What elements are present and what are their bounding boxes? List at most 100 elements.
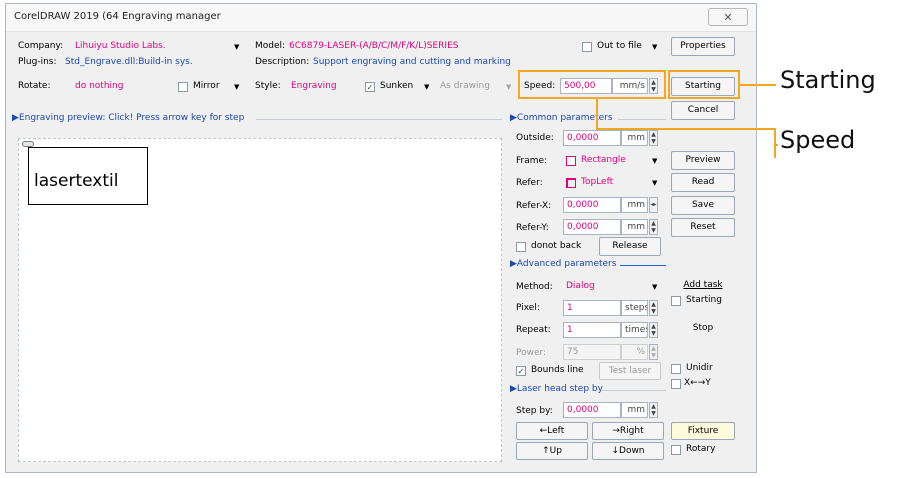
style-select[interactable]: Engraving [291, 81, 337, 91]
outside-input[interactable]: 0,0000 [563, 130, 621, 146]
preview-divider [256, 119, 502, 120]
outside-spinner[interactable]: ▲ ▼ [649, 130, 658, 146]
speed-highlight [518, 70, 666, 99]
description-label: Description: [255, 57, 310, 67]
as-drawing-select[interactable]: As drawing [440, 81, 490, 91]
outside-unit: mm [621, 130, 648, 146]
refer-y-input[interactable]: 0,0000 [563, 219, 621, 235]
pixel-input[interactable]: 1 [563, 300, 621, 316]
refer-x-unit: mm [621, 197, 648, 213]
speed-callout-vertical [596, 99, 598, 129]
preview-button[interactable]: Preview [671, 151, 735, 170]
refer-dropdown-icon[interactable]: ▼ [652, 179, 657, 187]
unidir-label: Unidir [686, 363, 713, 373]
repeat-unit: times [621, 322, 648, 338]
move-right-button[interactable]: →Right [592, 422, 664, 440]
out-to-file-checkbox[interactable] [582, 42, 592, 52]
mirror-checkbox[interactable] [178, 82, 188, 92]
cancel-button[interactable]: Cancel [671, 101, 735, 120]
unidir-checkbox[interactable] [671, 364, 681, 374]
common-divider [618, 119, 666, 120]
refer-select[interactable]: TopLeft [581, 177, 613, 187]
frame-dropdown-icon[interactable]: ▼ [652, 157, 657, 165]
power-spinner[interactable]: ▲ ▼ [649, 344, 658, 360]
rotate-select[interactable]: do nothing [75, 81, 123, 91]
mirror-dropdown-icon[interactable]: ▼ [234, 83, 239, 91]
add-task-button[interactable]: Add task [671, 276, 735, 295]
refer-x-label: Refer-X: [516, 201, 552, 211]
speed-callout-tick [774, 144, 778, 146]
donot-back-label: donot back [531, 241, 582, 251]
pixel-spinner[interactable]: ▲ ▼ [649, 300, 658, 316]
starting-callout-line [740, 84, 776, 86]
sunken-dropdown-icon[interactable]: ▼ [424, 83, 429, 91]
frame-rectangle-icon [566, 156, 576, 166]
donot-back-checkbox[interactable] [516, 242, 526, 252]
description-value: Support engraving and cutting and markin… [313, 57, 511, 67]
refer-x-input[interactable]: 0,0000 [563, 197, 621, 213]
pixel-label: Pixel: [516, 303, 540, 313]
window-title: CorelDRAW 2019 (64 Engraving manager [14, 11, 221, 22]
refer-y-spinner[interactable]: ▲ ▼ [649, 219, 658, 235]
repeat-input[interactable]: 1 [563, 322, 621, 338]
speed-callout-drop [774, 128, 776, 158]
bounds-line-label: Bounds line [531, 365, 584, 375]
starting-checkbox-label: Starting [686, 295, 722, 305]
refer-y-label: Refer-Y: [516, 223, 549, 233]
close-button[interactable]: ✕ [708, 8, 748, 26]
test-laser-button[interactable]: Test laser [599, 362, 661, 380]
bounds-line-checkbox[interactable]: ✓ [516, 366, 526, 376]
read-button[interactable]: Read [671, 173, 735, 192]
starting-highlight [668, 70, 740, 99]
as-drawing-dropdown-icon[interactable]: ▼ [506, 83, 511, 91]
repeat-label: Repeat: [516, 325, 551, 335]
repeat-spinner[interactable]: ▲ ▼ [649, 322, 658, 338]
company-dropdown-icon[interactable]: ▼ [234, 43, 239, 51]
power-input[interactable]: 75 [563, 344, 621, 360]
refer-x-spinner[interactable]: ◂▸ [649, 197, 658, 213]
xy-swap-checkbox[interactable] [671, 379, 681, 389]
move-left-button[interactable]: ←Left [516, 422, 588, 440]
stop-button[interactable]: Stop [671, 319, 735, 338]
method-dropdown-icon[interactable]: ▼ [652, 283, 657, 291]
rotate-label: Rotate: [18, 81, 51, 91]
step-by-input[interactable]: 0,0000 [563, 402, 621, 418]
company-select[interactable]: Lihuiyu Studio Labs. [75, 41, 166, 51]
properties-button[interactable]: Properties [671, 37, 735, 56]
rotary-label: Rotary [686, 444, 716, 454]
step-by-spinner[interactable]: ▲ ▼ [649, 402, 658, 418]
sunken-checkbox[interactable]: ✓ [365, 82, 375, 92]
speed-annotation: Speed [780, 126, 856, 154]
refer-label: Refer: [516, 178, 543, 188]
expand-triangle-icon: ▶ [510, 113, 517, 123]
outside-label: Outside: [516, 133, 554, 143]
starting-annotation: Starting [780, 66, 876, 94]
sunken-label: Sunken [380, 81, 414, 91]
rotary-checkbox[interactable] [671, 445, 681, 455]
method-select[interactable]: Dialog [566, 281, 595, 291]
speed-callout-line [596, 128, 776, 130]
xy-swap-label: X←→Y [684, 378, 711, 388]
company-label: Company: [18, 41, 64, 51]
starting-checkbox[interactable] [671, 296, 681, 306]
advanced-parameters-header: ▶Advanced parameters [510, 259, 617, 269]
move-down-button[interactable]: ↓Down [592, 442, 664, 460]
out-to-file-dropdown-icon[interactable]: ▼ [652, 43, 657, 51]
save-button[interactable]: Save [671, 196, 735, 215]
frame-select[interactable]: Rectangle [581, 155, 626, 165]
expand-triangle-icon: ▶ [510, 384, 517, 394]
release-button[interactable]: Release [599, 237, 661, 256]
close-icon: ✕ [723, 11, 733, 24]
reset-button[interactable]: Reset [671, 218, 735, 237]
out-to-file-label: Out to file [597, 41, 642, 51]
power-unit: % [621, 344, 648, 360]
expand-triangle-icon: ▶ [12, 113, 19, 123]
laser-head-divider [602, 390, 666, 391]
power-label: Power: [516, 348, 547, 358]
fixture-button[interactable]: Fixture [671, 422, 735, 440]
engraving-object-text: lasertextil [34, 171, 119, 191]
mirror-label: Mirror [193, 81, 220, 91]
preview-section-header: ▶Engraving preview: Click! Press arrow k… [12, 113, 245, 123]
laser-head-step-header: ▶Laser head step by [510, 384, 603, 394]
move-up-button[interactable]: ↑Up [516, 442, 588, 460]
